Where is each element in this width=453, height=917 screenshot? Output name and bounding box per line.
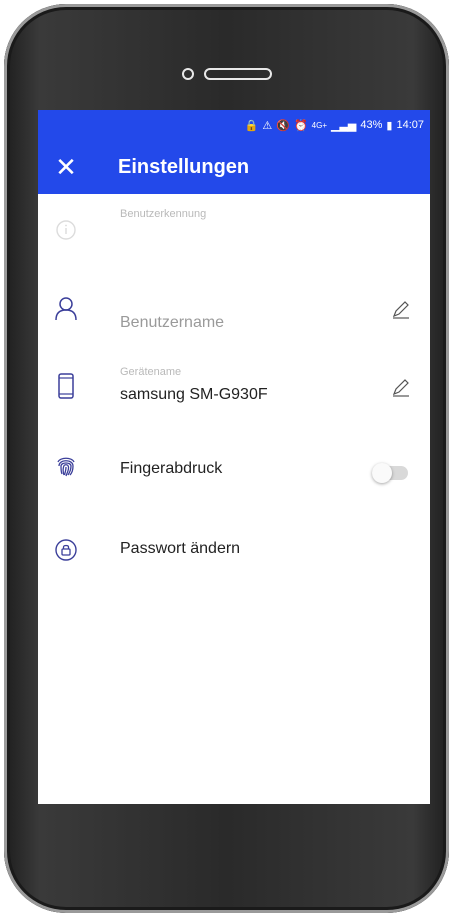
change-password-label[interactable]: Passwort ändern xyxy=(120,540,240,558)
fingerprint-label: Fingerabdruck xyxy=(120,460,223,477)
status-bar: 🔒 ⚠ 🔇 ⏰ 4G+ ▁▃▅ 43% ▮ 14:07 xyxy=(38,110,430,140)
fingerprint-toggle[interactable] xyxy=(372,463,408,483)
lock-icon: 🔒 xyxy=(244,119,259,132)
status-icons: 🔒 ⚠ 🔇 ⏰ 4G+ ▁▃▅ 43% ▮ 14:07 xyxy=(245,119,424,132)
device-name-label: Gerätename xyxy=(120,366,182,378)
toggle-knob xyxy=(372,463,392,483)
user-id-label: Benutzerkennung xyxy=(120,208,207,220)
clock: 14:07 xyxy=(396,119,424,131)
lock-icon xyxy=(52,536,80,564)
alarm-icon: ⏰ xyxy=(293,119,308,132)
setting-change-password[interactable]: Passwort ändern xyxy=(38,528,430,572)
username-input[interactable]: Benutzername xyxy=(120,314,224,332)
edit-device-name-icon[interactable] xyxy=(390,376,412,398)
setting-fingerprint[interactable]: Fingerabdruck xyxy=(38,442,430,492)
user-icon xyxy=(52,294,80,322)
battery-percent: 43% xyxy=(360,119,383,131)
setting-username[interactable]: Benutzername xyxy=(38,280,430,350)
app-bar: ✕ Einstellungen xyxy=(38,140,430,194)
setting-user-id: Benutzerkennung xyxy=(38,194,430,274)
earpiece-speaker xyxy=(204,68,272,80)
app-screen: 🔒 ⚠ 🔇 ⏰ 4G+ ▁▃▅ 43% ▮ 14:07 ✕ Einstellun… xyxy=(38,110,430,804)
page-title: Einstellungen xyxy=(118,155,250,178)
phone-icon xyxy=(52,372,80,400)
phone-frame: 🔒 ⚠ 🔇 ⏰ 4G+ ▁▃▅ 43% ▮ 14:07 ✕ Einstellun… xyxy=(4,4,449,913)
signal-icon: ▁▃▅ xyxy=(330,119,357,132)
mute-icon: 🔇 xyxy=(276,119,290,132)
close-icon[interactable]: ✕ xyxy=(38,154,94,180)
warning-icon: ⚠ xyxy=(262,119,273,132)
battery-icon: ▮ xyxy=(386,119,393,132)
setting-device-name[interactable]: Gerätename samsung SM-G930F xyxy=(38,360,430,424)
network-label: 4G+ xyxy=(311,120,327,130)
edit-username-icon[interactable] xyxy=(390,298,412,320)
info-icon xyxy=(52,216,80,244)
front-camera xyxy=(182,68,194,80)
fingerprint-icon xyxy=(52,452,80,480)
device-name-value[interactable]: samsung SM-G930F xyxy=(120,386,268,404)
